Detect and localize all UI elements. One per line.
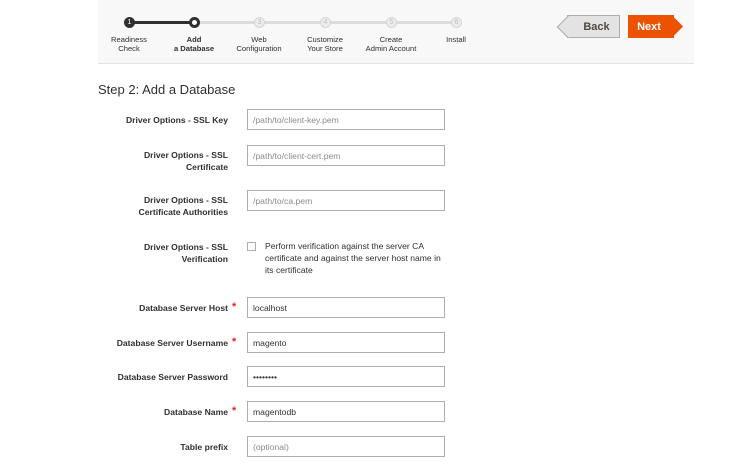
ssl-cert-input[interactable]	[247, 145, 445, 166]
ssl-ca-input[interactable]	[247, 190, 445, 211]
step-label: Add a Database	[173, 35, 215, 53]
progress-bar: 1 Readiness Check 2 Add a Database 3 Web…	[98, 0, 498, 63]
ssl-key-input[interactable]	[247, 109, 445, 130]
setup-header: 1 Readiness Check 2 Add a Database 3 Web…	[98, 0, 694, 64]
db-host-label: Database Server Host	[139, 303, 228, 313]
step-dot: 5	[386, 17, 397, 28]
next-button[interactable]: Next	[628, 15, 674, 38]
ssl-key-label: Driver Options - SSL Key	[125, 115, 228, 125]
db-name-input[interactable]	[247, 401, 445, 422]
progress-track-done	[129, 21, 194, 24]
db-host-input[interactable]	[247, 297, 445, 318]
required-asterisk: *	[232, 336, 237, 348]
ssl-ca-label: Driver Options - SSL Certificate Authori…	[138, 195, 228, 217]
step-label: Customize Your Store	[307, 35, 343, 53]
ssl-verify-checkbox[interactable]	[247, 242, 256, 251]
step-label: Create Admin Account	[365, 35, 417, 53]
step-label: Install	[446, 35, 466, 44]
ssl-verify-label: Driver Options - SSL Verification	[143, 242, 228, 264]
step-label: Readiness Check	[111, 35, 147, 53]
page-title: Step 2: Add a Database	[98, 82, 236, 97]
ssl-verify-checkbox-text[interactable]: Perform verification against the server …	[265, 240, 445, 276]
required-asterisk: *	[232, 405, 237, 417]
required-asterisk: *	[232, 301, 237, 313]
step-label: Web Configuration	[236, 35, 282, 53]
ssl-cert-label: Driver Options - SSL Certificate	[143, 150, 228, 172]
db-username-label: Database Server Username	[116, 338, 228, 348]
db-password-label: Database Server Password	[117, 372, 228, 382]
table-prefix-label: Table prefix	[180, 442, 228, 452]
step-dot: 4	[320, 17, 331, 28]
step-dot: 3	[254, 17, 265, 28]
step-dot: 2	[189, 17, 200, 28]
db-password-input[interactable]	[247, 366, 445, 387]
db-username-input[interactable]	[247, 332, 445, 353]
table-prefix-input[interactable]	[247, 436, 445, 457]
step-dot: 1	[124, 17, 135, 28]
back-button[interactable]: Back	[567, 15, 620, 38]
step-dot: 6	[451, 17, 462, 28]
db-name-label: Database Name	[163, 407, 228, 417]
